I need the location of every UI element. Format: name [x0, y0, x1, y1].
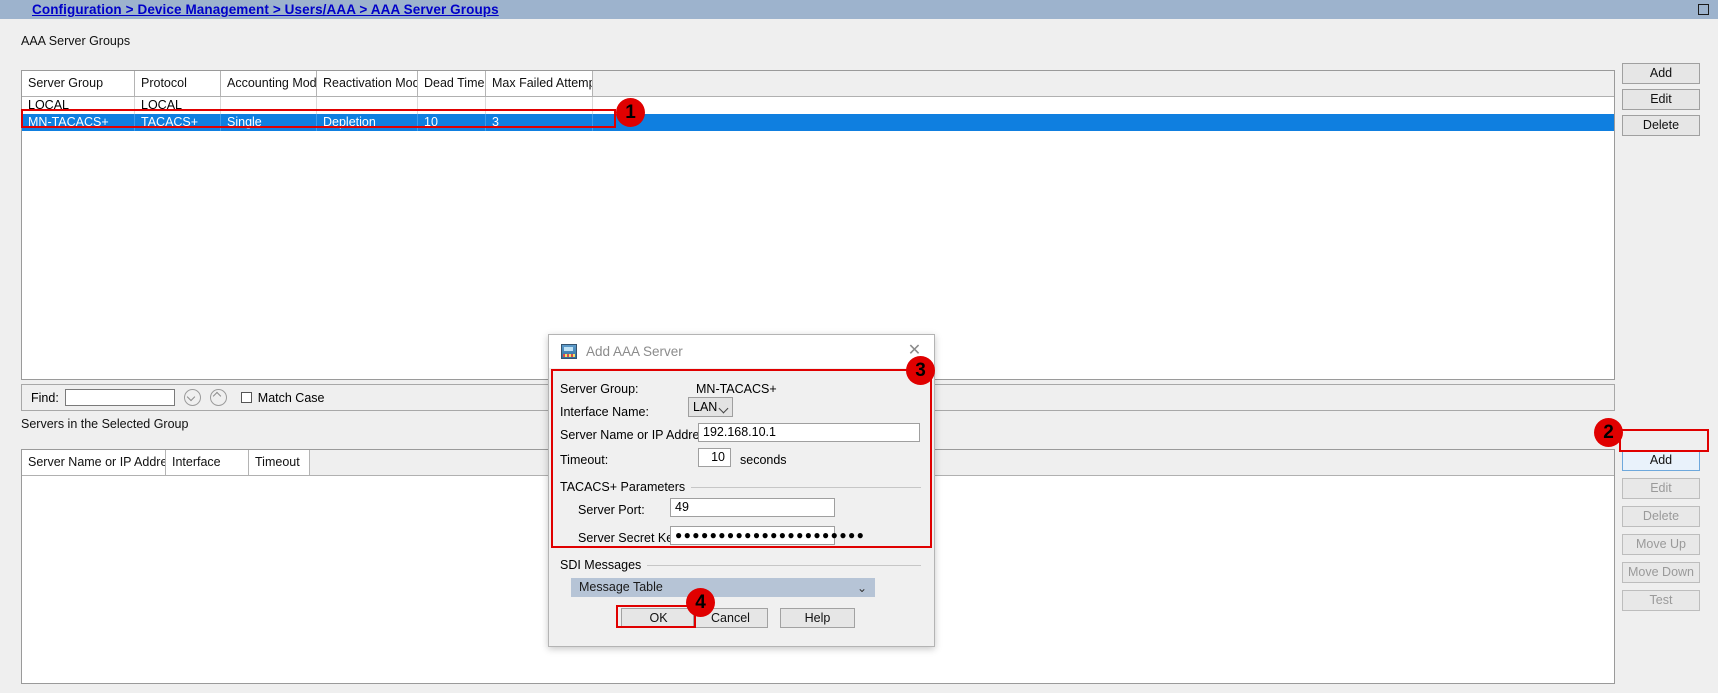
chevron-down-icon: [718, 403, 729, 414]
column-header[interactable]: Reactivation Mode: [317, 71, 418, 96]
server-group-label: Server Group:: [560, 382, 639, 396]
groups-edit-button[interactable]: Edit: [1622, 89, 1700, 110]
server-secret-key-input[interactable]: ●●●●●●●●●●●●●●●●●●●●●●: [670, 526, 864, 545]
aaa-server-groups-label: AAA Server Groups: [21, 34, 131, 48]
interface-name-label: Interface Name:: [560, 405, 649, 419]
table-cell: [317, 97, 418, 114]
table-body[interactable]: LOCAL LOCAL MN-TACACS+ TACACS+ Single Depleti…: [22, 97, 1614, 131]
table-cell: Depletion: [317, 114, 418, 131]
groups-delete-button[interactable]: Delete: [1622, 115, 1700, 136]
table-cell: 3: [486, 114, 593, 131]
message-table-row[interactable]: Message Table ⌄: [571, 578, 875, 597]
table-header-row: Server Group Protocol Accounting Mode React…: [22, 71, 1614, 97]
table-cell: LOCAL: [135, 97, 221, 114]
dialog-titlebar[interactable]: Add AAA Server ✕: [549, 335, 934, 368]
timeout-units-label: seconds: [740, 453, 787, 467]
column-header[interactable]: Timeout: [249, 450, 310, 475]
column-header[interactable]: Protocol: [135, 71, 221, 96]
servers-move-up-button: Move Up: [1622, 534, 1700, 555]
table-cell: Single: [221, 114, 317, 131]
restore-window-icon[interactable]: [1698, 4, 1709, 15]
sdi-messages-title: SDI Messages: [560, 558, 648, 572]
server-name-or-ip-input[interactable]: 192.168.10.1: [698, 423, 920, 442]
server-port-input[interactable]: 49: [670, 498, 835, 517]
server-port-label: Server Port:: [578, 503, 645, 517]
table-cell: [593, 114, 1614, 131]
dialog-title: Add AAA Server: [586, 344, 683, 359]
search-input[interactable]: [64, 389, 175, 406]
interface-name-select[interactable]: LAN: [688, 397, 733, 417]
servers-add-button[interactable]: Add: [1622, 450, 1700, 471]
table-cell: [418, 97, 486, 114]
table-cell: LOCAL: [22, 97, 135, 114]
column-header[interactable]: Max Failed Attempts: [486, 71, 593, 96]
annotation-badge-3: 3: [906, 356, 935, 385]
column-header[interactable]: Server Group: [22, 71, 135, 96]
servers-in-group-label: Servers in the Selected Group: [21, 417, 189, 431]
breadcrumb-bar: Configuration > Device Management > User…: [0, 0, 1718, 19]
column-header[interactable]: Dead Time: [418, 71, 486, 96]
timeout-input[interactable]: 10: [698, 448, 731, 467]
annotation-badge-2: 2: [1594, 418, 1623, 447]
table-row[interactable]: MN-TACACS+ TACACS+ Single Depletion 10 3: [22, 114, 1614, 131]
table-cell: [221, 97, 317, 114]
column-header[interactable]: Server Name or IP Address: [22, 450, 166, 475]
column-header[interactable]: Interface: [166, 450, 249, 475]
table-cell: [486, 97, 593, 114]
server-group-value: MN-TACACS+: [696, 382, 777, 396]
groups-add-button[interactable]: Add: [1622, 63, 1700, 84]
aaa-server-icon: [561, 344, 577, 359]
server-name-label: Server Name or IP Address:: [560, 428, 716, 442]
table-row[interactable]: LOCAL LOCAL: [22, 97, 1614, 114]
table-cell: MN-TACACS+: [22, 114, 135, 131]
match-case-label: Match Case: [257, 390, 325, 405]
match-case-checkbox[interactable]: [240, 392, 252, 403]
column-header-filler: [310, 450, 1614, 475]
table-cell: [593, 97, 1614, 114]
timeout-label: Timeout:: [560, 453, 609, 467]
interface-name-value: LAN: [693, 400, 718, 414]
servers-move-down-button: Move Down: [1622, 562, 1700, 583]
chevron-down-circle-icon[interactable]: [183, 389, 201, 406]
table-cell: TACACS+: [135, 114, 221, 131]
double-chevron-down-icon[interactable]: ⌄: [857, 579, 867, 597]
annotation-badge-4: 4: [686, 588, 715, 617]
annotation-badge-1: 1: [616, 98, 645, 127]
ok-button[interactable]: OK: [621, 608, 696, 628]
message-table-label: Message Table: [579, 580, 663, 594]
server-secret-key-label: Server Secret Key:: [578, 531, 683, 545]
servers-delete-button: Delete: [1622, 506, 1700, 527]
breadcrumb[interactable]: Configuration > Device Management > User…: [32, 2, 499, 17]
help-button[interactable]: Help: [780, 608, 855, 628]
tacacs-parameters-title: TACACS+ Parameters: [560, 480, 692, 494]
column-header[interactable]: Accounting Mode: [221, 71, 317, 96]
column-header-filler: [593, 71, 1614, 96]
chevron-up-circle-icon[interactable]: [209, 389, 227, 406]
servers-test-button: Test: [1622, 590, 1700, 611]
group-divider: [663, 487, 921, 488]
servers-edit-button: Edit: [1622, 478, 1700, 499]
table-cell: 10: [418, 114, 486, 131]
group-divider: [634, 565, 921, 566]
find-label: Find:: [31, 390, 59, 405]
